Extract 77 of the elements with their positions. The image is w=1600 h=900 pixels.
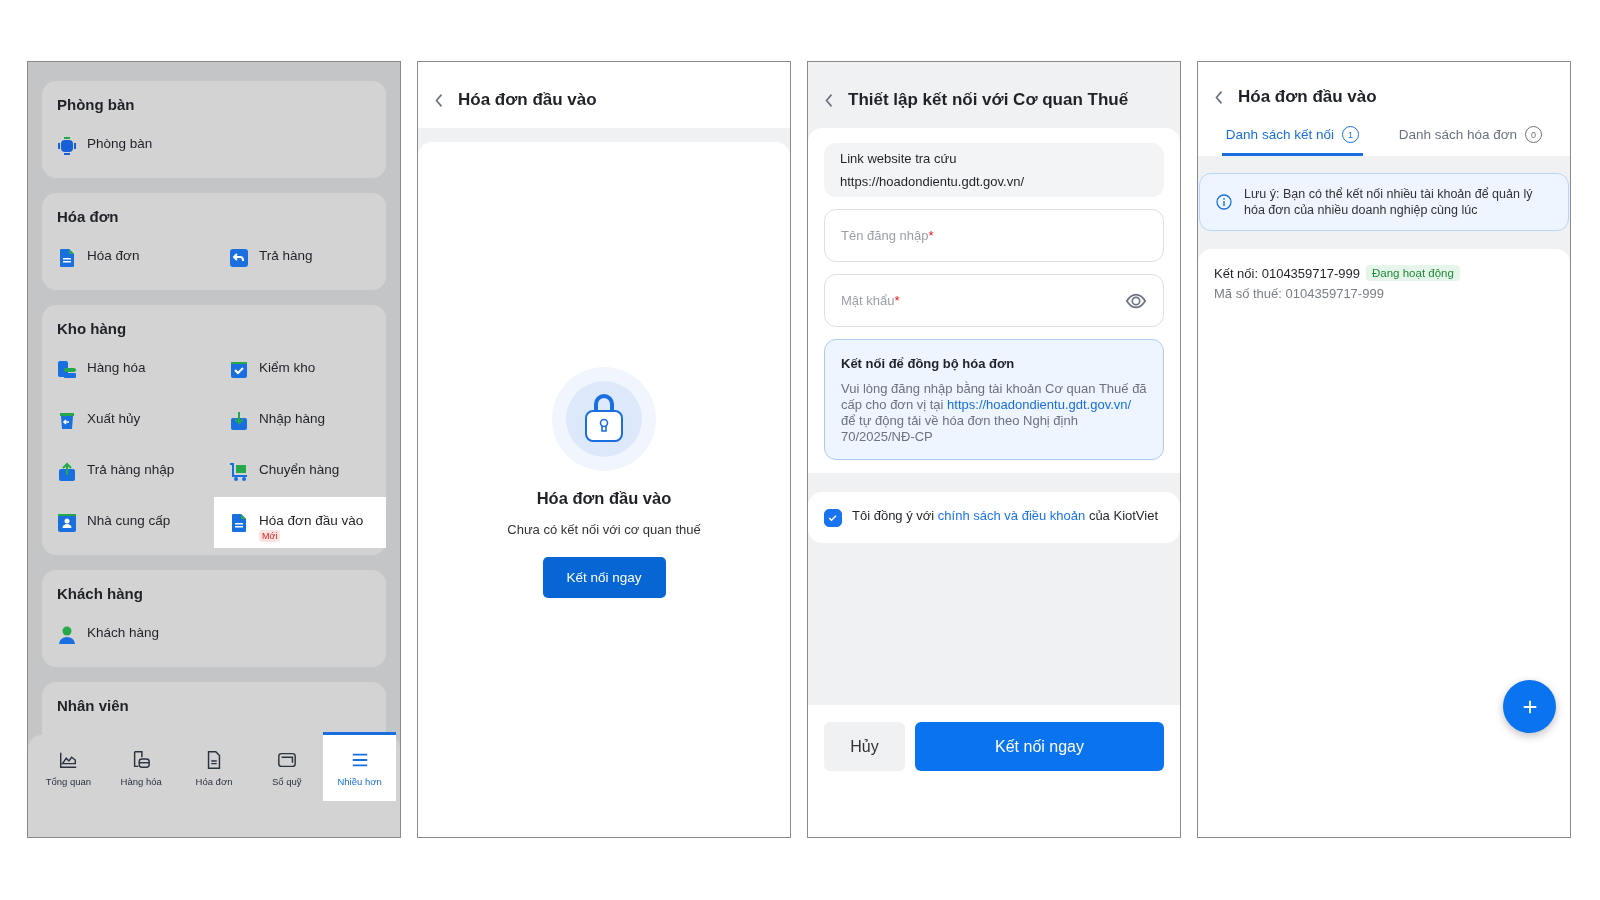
- new-badge: Mới: [259, 530, 281, 542]
- link-value: https://hoadondientu.gdt.gov.vn/: [840, 174, 1025, 189]
- consent-text: Tôi đồng ý với chính sách và điều khoản của KiotViet: [852, 508, 1159, 524]
- menu-item-label: Kiểm kho: [259, 360, 316, 375]
- person-icon: [57, 625, 77, 645]
- menu-item-label: Xuất hủy: [87, 411, 141, 426]
- menu-item-label: Chuyển hàng: [259, 462, 340, 477]
- return-icon: [229, 248, 249, 268]
- consent-checkbox[interactable]: [824, 509, 842, 527]
- menu-item[interactable]: Xuất hủy: [42, 395, 214, 446]
- note-text: Lưu ý: Bạn có thể kết nối nhiều tài khoản để quản lý hóa đơn của nhiều doanh nghiệp cùng lúc: [1244, 186, 1534, 218]
- cart-icon: [229, 462, 249, 482]
- wallet-icon: [276, 750, 297, 770]
- bin-icon: [57, 411, 77, 431]
- menu-item-label: Khách hàng: [87, 625, 160, 640]
- menu-item[interactable]: Nhà cung cấp: [42, 497, 214, 548]
- screen-title: Hóa đơn đầu vào: [458, 90, 597, 110]
- screen-title: Hóa đơn đầu vào: [1238, 87, 1377, 107]
- section-title: Phòng bàn: [56, 96, 136, 114]
- menu-item-label: Nhà cung cấp: [87, 513, 171, 528]
- menu-item-label: Hóa đơn đầu vào: [259, 513, 364, 528]
- menu-item[interactable]: Kiểm kho: [214, 344, 386, 395]
- info-text: Vui lòng đăng nhập bằng tài khoản Cơ quan Thuế đã cấp cho đơn vị tại https://hoadondientu.gdt.gov.vn/ để tự động tải về hóa đơn theo Nghị định 70/2025/NĐ-CP: [841, 381, 1147, 445]
- menu-item[interactable]: Hàng hóa: [42, 344, 214, 395]
- checkmark-icon: [827, 512, 839, 524]
- status-badge: Đang hoạt động: [1366, 265, 1460, 281]
- link-label: Link website tra cứu: [840, 151, 957, 166]
- tax-id-text: Mã số thuế: 0104359717-999: [1214, 286, 1384, 301]
- connection-name[interactable]: Kết nối: 0104359717-999: [1214, 265, 1360, 281]
- menu-item[interactable]: Hóa đơn đầu vào Mới: [214, 497, 386, 548]
- upload-icon: [57, 462, 77, 482]
- section-title: Nhân viên: [56, 697, 130, 715]
- screen-title: Thiết lập kết nối với Cơ quan Thuế: [848, 90, 1129, 110]
- nav-tab[interactable]: Hàng hóa: [104, 732, 178, 801]
- section-title: Khách hàng: [56, 585, 144, 603]
- empty-state-message: Chưa có kết nối với cơ quan thuế: [507, 522, 701, 537]
- contact-card-icon: [57, 513, 77, 533]
- menu-item-label: Nhập hàng: [259, 411, 326, 426]
- connect-button[interactable]: Kết nối ngay: [542, 557, 666, 598]
- nav-tab[interactable]: Nhiều hơn: [323, 732, 396, 801]
- menu-item-label: Trả hàng nhập: [87, 462, 175, 477]
- menu-item[interactable]: Trả hàng nhập: [42, 446, 214, 497]
- menu-item[interactable]: Nhập hàng: [214, 395, 386, 446]
- menu-item-label: Hóa đơn: [87, 248, 140, 263]
- document-icon: [57, 248, 77, 268]
- chart-icon: [58, 750, 79, 770]
- tab[interactable]: Danh sách kết nối 1: [1221, 122, 1363, 156]
- checkbox-icon: [229, 360, 249, 380]
- menu-item[interactable]: Hóa đơn: [42, 232, 214, 283]
- menu-item-label: Trả hàng: [259, 248, 313, 263]
- terms-link[interactable]: chính sách và điều khoản: [937, 508, 1086, 523]
- menu-item[interactable]: Khách hàng: [42, 609, 214, 660]
- section-title: Hóa đơn: [56, 208, 120, 226]
- table-icon: [57, 136, 77, 156]
- nav-tab[interactable]: Hóa đơn: [177, 732, 251, 801]
- download-icon: [229, 411, 249, 431]
- cancel-button[interactable]: Hủy: [824, 722, 905, 771]
- stack-icon: [57, 360, 77, 380]
- menu-item[interactable]: Phòng bàn: [42, 120, 214, 171]
- info-icon: [1216, 194, 1232, 210]
- tab[interactable]: Danh sách hóa đơn 0: [1394, 122, 1547, 156]
- nav-tab[interactable]: Sổ quỹ: [250, 732, 324, 801]
- menu-item[interactable]: Chuyển hàng: [214, 446, 386, 497]
- box-icon: [131, 750, 152, 770]
- padlock-icon: [552, 367, 656, 471]
- username-field[interactable]: Tên đăng nhập*: [824, 209, 1164, 262]
- nav-tab[interactable]: Tổng quan: [32, 732, 105, 801]
- menu-item[interactable]: Trả hàng: [214, 232, 386, 283]
- section-title: Kho hàng: [56, 320, 128, 338]
- empty-state-title: Hóa đơn đầu vào: [536, 489, 672, 508]
- menu-item-label: Phòng bàn: [87, 136, 153, 151]
- website-link[interactable]: https://hoadondientu.gdt.gov.vn/: [947, 397, 1132, 412]
- connect-button[interactable]: Kết nối ngay: [915, 722, 1164, 771]
- document-icon: [229, 513, 249, 533]
- password-field[interactable]: Mật khẩu*: [824, 274, 1164, 327]
- info-title: Kết nối để đồng bộ hóa đơn: [841, 356, 1015, 371]
- menu-item-label: Hàng hóa: [87, 360, 146, 375]
